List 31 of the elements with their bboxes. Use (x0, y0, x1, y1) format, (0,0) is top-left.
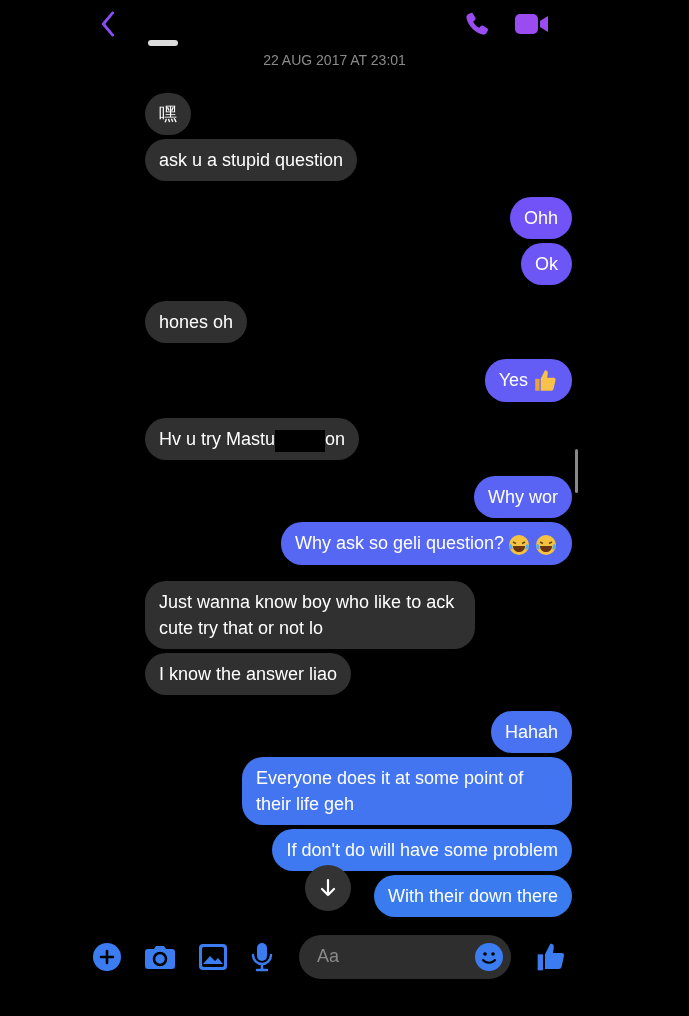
scroll-down-button[interactable] (305, 864, 351, 911)
back-icon[interactable] (100, 11, 116, 37)
camera-icon[interactable] (145, 943, 175, 970)
message-text: Why ask so geli question? (294, 533, 504, 554)
message-text: I know the answer liao (159, 663, 338, 684)
laughing-face-icon (507, 532, 531, 557)
message-text: Ohh (523, 208, 558, 228)
message-text: Ok (535, 254, 558, 274)
message-input[interactable]: Aa (299, 934, 511, 979)
message-text: With their down there (387, 885, 558, 906)
image-icon[interactable] (199, 943, 227, 970)
smiley-icon[interactable] (475, 942, 503, 971)
message-text: Everyone does it at some point of their life geh (256, 767, 525, 814)
scrollbar (575, 449, 578, 493)
message-text: ask u a stupid question (159, 150, 344, 170)
arrow-down-icon (318, 877, 338, 898)
redaction-bar (275, 429, 326, 452)
message-text: Yes (498, 370, 528, 390)
microphone-icon[interactable] (251, 941, 273, 972)
laughing-face-icon (534, 532, 558, 557)
message-text: Just wanna know boy who like to ack cute try that or not lo (159, 591, 456, 638)
message-text: hones oh (159, 312, 234, 332)
message-text: Hv u try Mastu (159, 429, 276, 450)
timestamp: 22 AUG 2017 AT 23:01 (263, 51, 406, 70)
plus-icon[interactable] (93, 942, 121, 971)
message-text: Hahah (504, 721, 558, 742)
message-text: on (325, 429, 346, 450)
message-text: If don't do will have some problem (286, 839, 558, 860)
video-camera-icon[interactable] (515, 12, 549, 36)
message-text: 嘿 (159, 104, 177, 124)
message-text: Why wor (488, 487, 558, 508)
